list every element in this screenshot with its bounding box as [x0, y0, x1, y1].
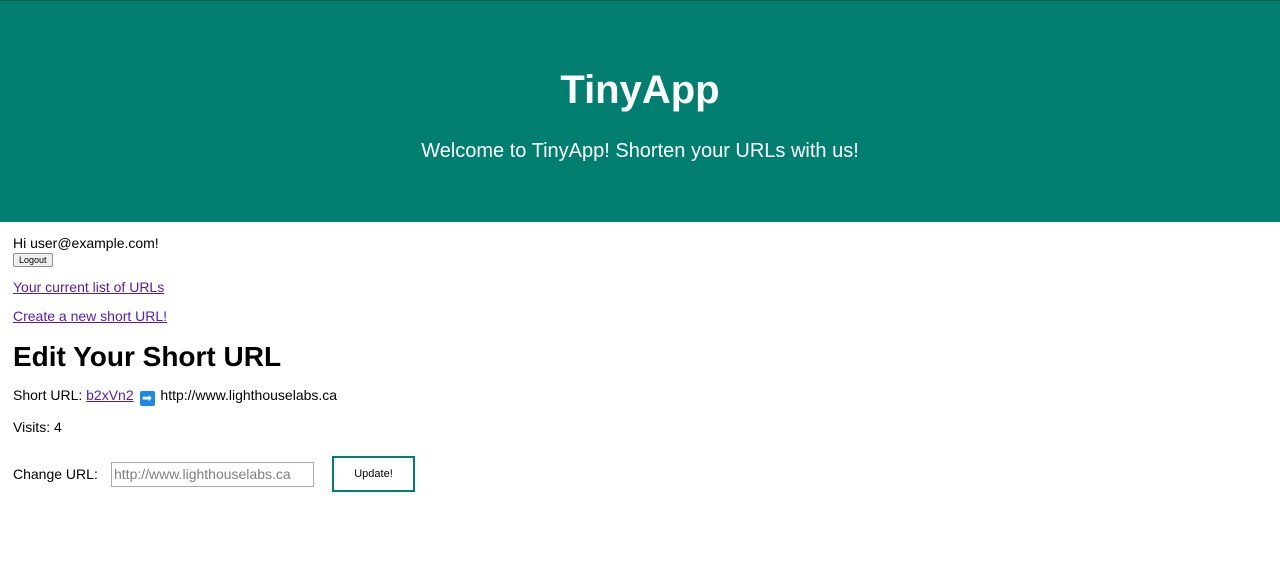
short-url-label: Short URL:: [13, 387, 83, 403]
right-arrow-icon: ➡: [139, 391, 155, 406]
page-header: TinyApp Welcome to TinyApp! Shorten your…: [0, 0, 1280, 222]
update-button[interactable]: Update!: [332, 456, 415, 492]
short-url-row: Short URL: b2xVn2 ➡ http://www.lighthous…: [13, 387, 1280, 406]
main-content: Hi user@example.com! Logout Your current…: [0, 235, 1280, 492]
urls-list-link[interactable]: Your current list of URLs: [13, 279, 1280, 295]
new-url-link[interactable]: Create a new short URL!: [13, 308, 1280, 324]
app-title: TinyApp: [560, 68, 720, 112]
change-url-label: Change URL:: [13, 466, 98, 482]
long-url-text: http://www.lighthouselabs.ca: [160, 387, 338, 403]
visits-count: Visits: 4: [13, 419, 62, 435]
long-url-input[interactable]: [111, 461, 314, 487]
edit-url-form: Change URL: Update!: [13, 456, 1280, 492]
short-url-link[interactable]: b2xVn2: [86, 387, 133, 403]
app-subtitle: Welcome to TinyApp! Shorten your URLs wi…: [421, 140, 859, 162]
user-greeting: Hi user@example.com!: [13, 235, 159, 251]
logout-button[interactable]: Logout: [13, 253, 53, 267]
page-title: Edit Your Short URL: [13, 341, 282, 372]
